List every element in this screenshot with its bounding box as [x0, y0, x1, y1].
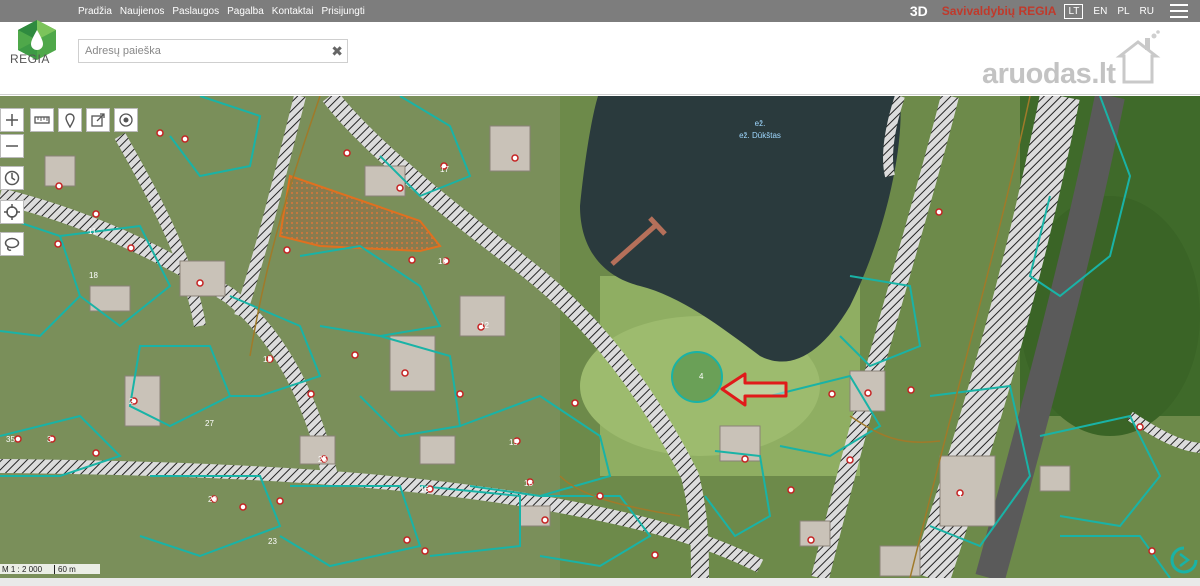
map-canvas[interactable]: ež. ež. Dūkštas 4 11 17 10 18 15 12 2 27… [0, 96, 1200, 578]
lake-label: ež. Dūkštas [739, 131, 781, 140]
footer-strip [0, 578, 1200, 586]
3d-button[interactable]: 3D [910, 3, 928, 19]
cadastral-map[interactable]: ež. ež. Dūkštas 4 11 17 10 18 15 12 2 27… [0, 96, 1200, 578]
parcel-number: 11 [88, 227, 97, 236]
top-nav-bar: Pradžia Naujienos Paslaugos Pagalba Kont… [0, 0, 1200, 22]
parcel-number: 19 [509, 438, 518, 447]
parcel-number: 3 [47, 435, 52, 444]
scale-bar: M 1 : 2 000 60 m [0, 564, 100, 574]
zoom-out-button[interactable] [0, 134, 24, 158]
lang-pl[interactable]: PL [1117, 6, 1129, 17]
lang-ru[interactable]: RU [1140, 6, 1154, 17]
parcel-number: 20 [208, 495, 217, 504]
regia-logo[interactable]: REGIA [0, 8, 74, 95]
top-right-nav: 3D Savivaldybių REGIA LT EN PL RU [910, 0, 1200, 22]
parcel-number: 12 [480, 321, 489, 330]
watermark-text: aruodas.lt [982, 58, 1116, 90]
zoom-in-icon [6, 114, 18, 126]
target-parcel[interactable] [671, 351, 723, 403]
nav-pagalba[interactable]: Pagalba [227, 6, 264, 17]
savivaldybiu-regia-link[interactable]: Savivaldybių REGIA [942, 4, 1057, 18]
zoom-in-button[interactable] [0, 108, 24, 132]
parcel-number: 13 [524, 479, 533, 488]
parcel-number: 25 [318, 455, 327, 464]
scale-length: 60 m [54, 564, 76, 574]
nav-paslaugos[interactable]: Paslaugos [172, 6, 219, 17]
history-icon [4, 170, 20, 186]
locate-button[interactable] [0, 200, 24, 224]
lang-en[interactable]: EN [1093, 6, 1107, 17]
scale-ratio: M 1 : 2 000 [2, 564, 43, 574]
parcel-number: 10 [438, 257, 447, 266]
history-button[interactable] [0, 166, 24, 190]
nav-naujienos[interactable]: Naujienos [120, 6, 164, 17]
layers-icon [119, 113, 133, 127]
parcel-number: 17 [440, 165, 449, 174]
share-button[interactable] [86, 108, 110, 132]
logo-text: REGIA [10, 52, 50, 66]
parcel-number: 18 [89, 271, 98, 280]
parcel-number: 15 [263, 355, 272, 364]
menu-icon[interactable] [1170, 4, 1188, 18]
lang-lt[interactable]: LT [1064, 3, 1084, 19]
address-search-input[interactable] [79, 40, 319, 62]
parcel-number: 1 [958, 490, 963, 499]
header: REGIA ✖ aruodas.lt [0, 20, 1200, 95]
regia-app: Pradžia Naujienos Paslaugos Pagalba Kont… [0, 0, 1200, 586]
zoom-out-icon [6, 145, 18, 147]
lasso-button[interactable] [0, 232, 24, 256]
lasso-icon [4, 237, 20, 251]
main-nav: Pradžia Naujienos Paslaugos Pagalba Kont… [78, 0, 365, 22]
lake-label-abbr: ež. [755, 119, 766, 128]
parcel-number: 35 [6, 435, 15, 444]
share-icon [91, 113, 105, 127]
parcel-number: 16 [420, 485, 429, 494]
nav-pradzia[interactable]: Pradžia [78, 6, 112, 17]
ruler-icon [34, 116, 50, 124]
layers-button[interactable] [114, 108, 138, 132]
target-parcel-label: 4 [699, 372, 704, 381]
nav-kontaktai[interactable]: Kontaktai [272, 6, 314, 17]
parcel-number: 27 [205, 419, 214, 428]
clear-icon[interactable]: ✖ [331, 43, 343, 59]
locate-icon [4, 204, 20, 220]
aruodas-watermark: aruodas.lt [982, 30, 1162, 92]
pin-icon [65, 113, 75, 128]
ruler-button[interactable] [30, 108, 54, 132]
nav-prisijungti[interactable]: Prisijungti [322, 6, 365, 17]
pin-button[interactable] [58, 108, 82, 132]
parcel-number: 2 [129, 397, 134, 406]
parcel-number: 23 [268, 537, 277, 546]
address-search[interactable]: ✖ [78, 39, 348, 63]
